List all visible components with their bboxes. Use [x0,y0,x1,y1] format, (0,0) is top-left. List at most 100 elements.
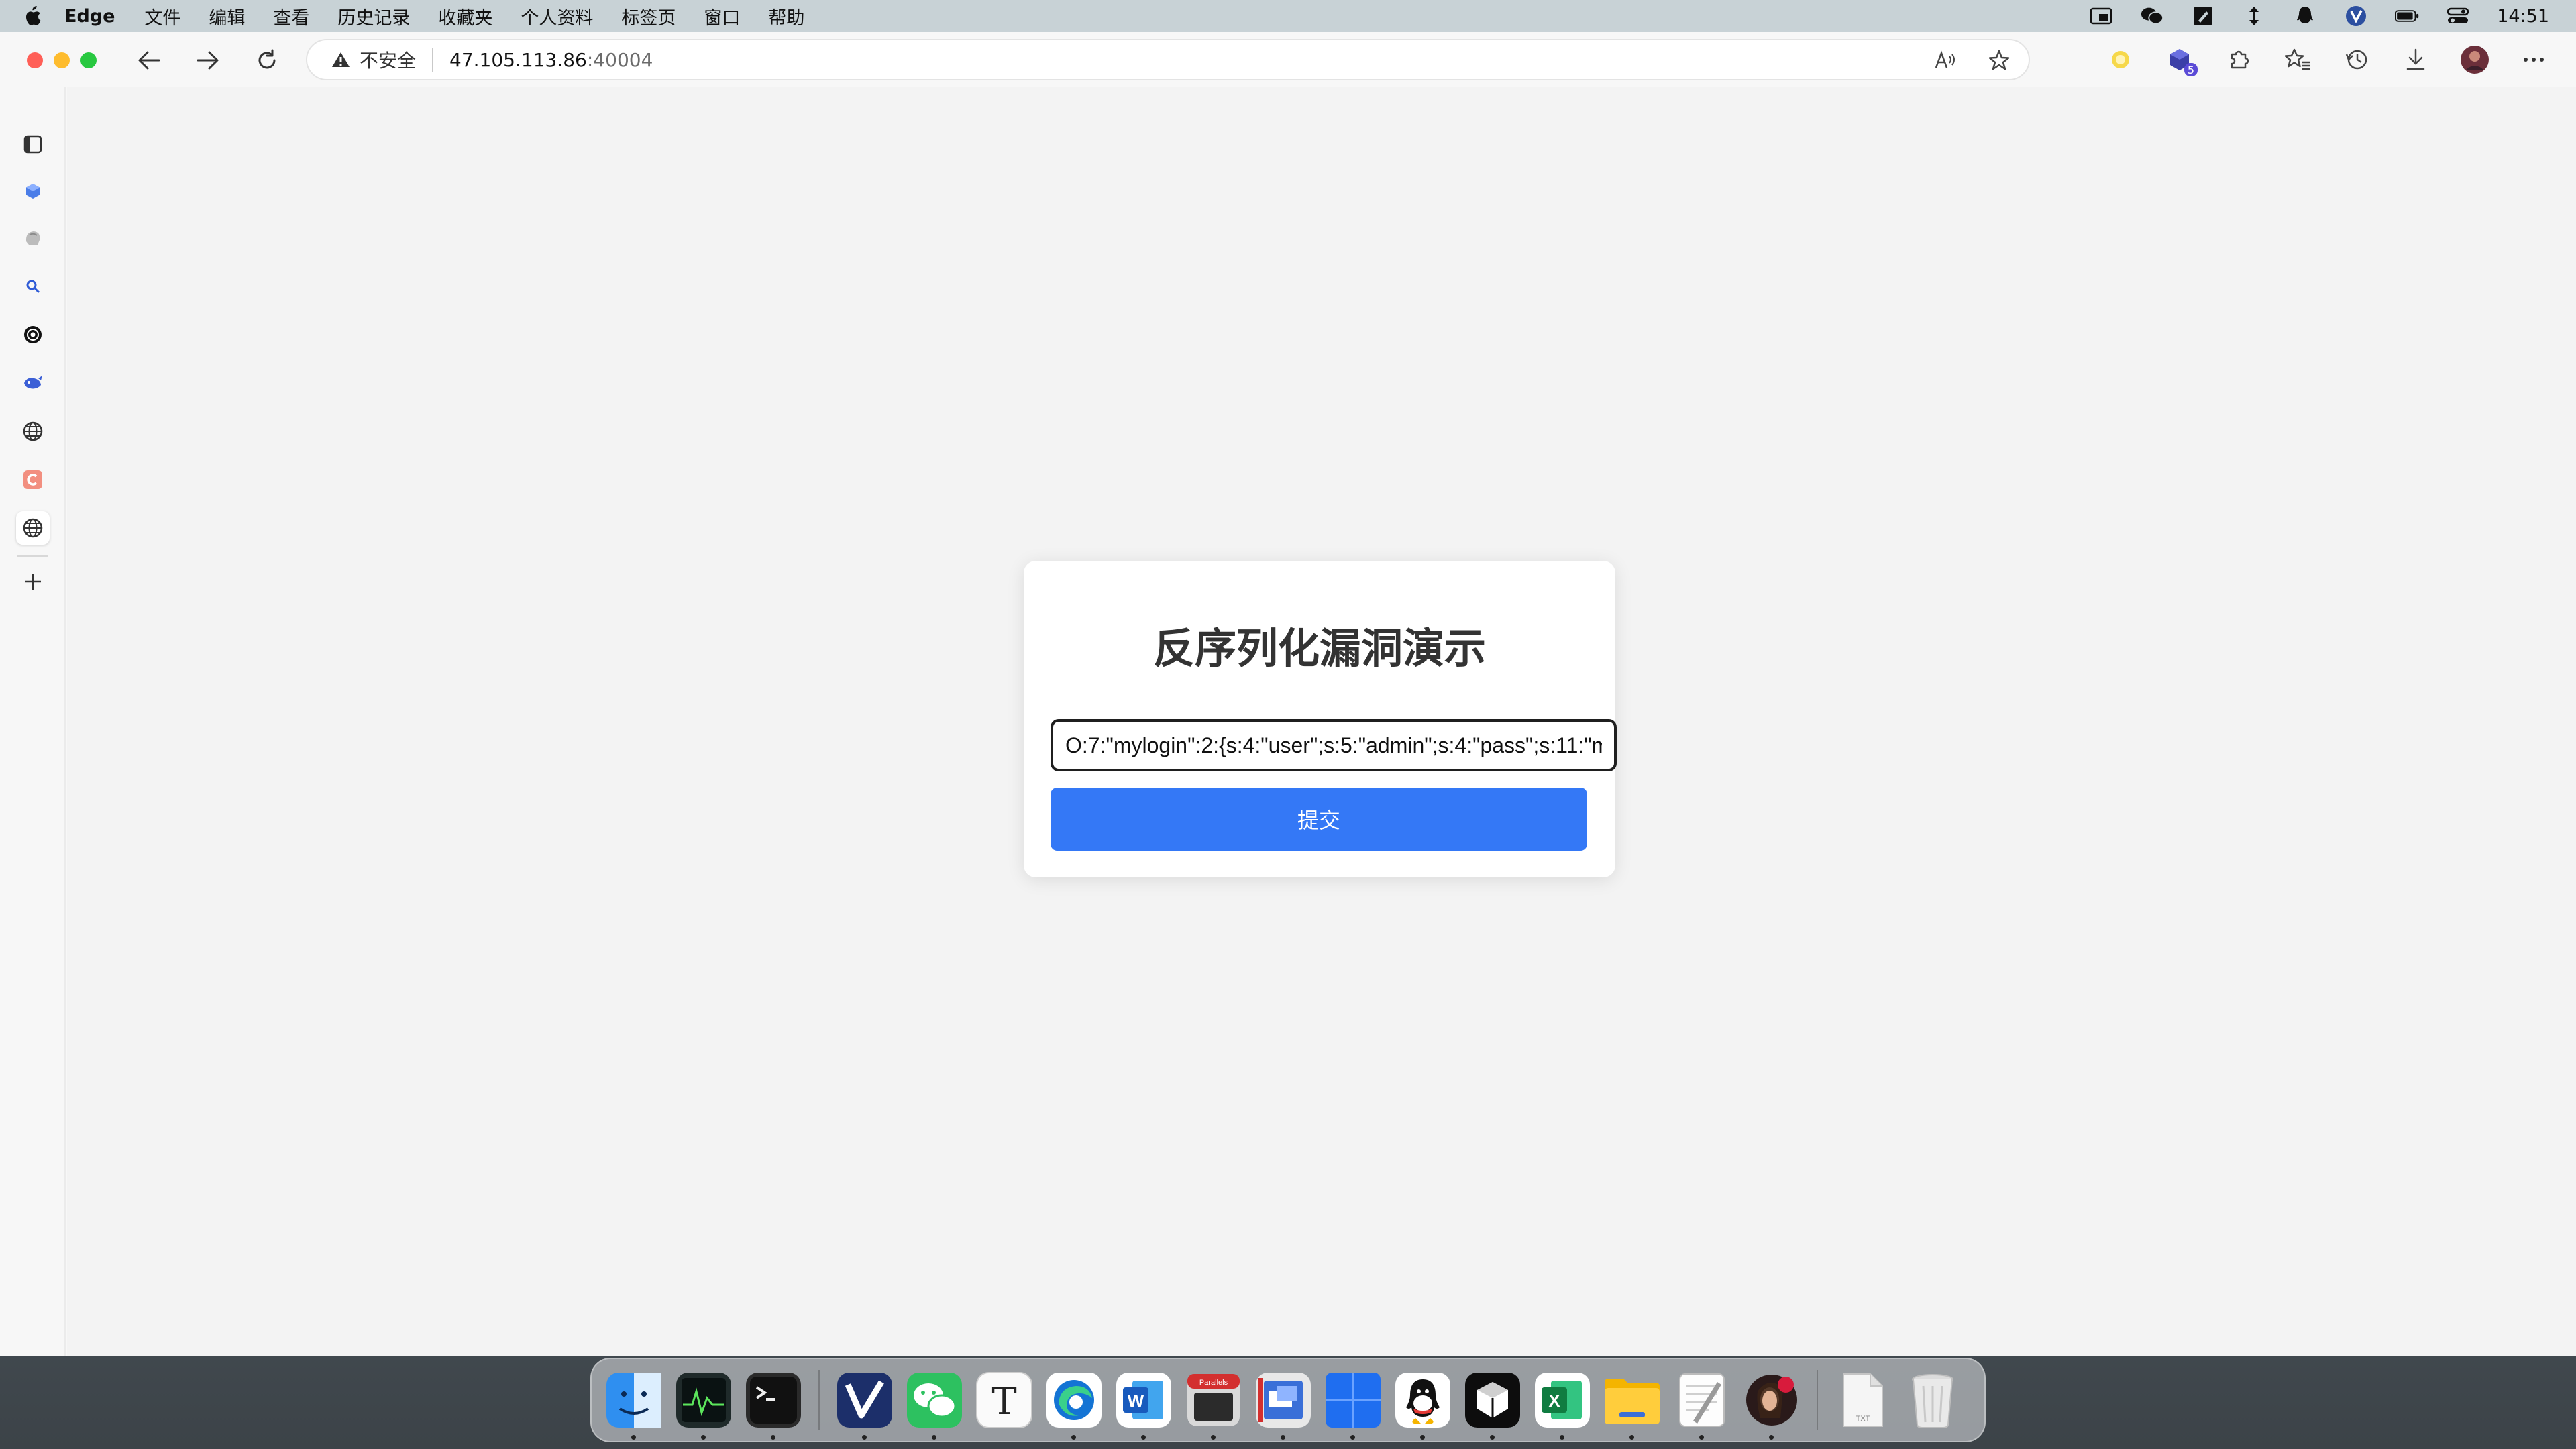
dock-excel[interactable]: X [1532,1370,1593,1440]
window-close-button[interactable] [27,52,43,68]
running-indicator [1560,1435,1564,1440]
warning-icon[interactable] [331,50,352,70]
whale-icon[interactable] [16,366,50,400]
dock-word[interactable]: W [1114,1370,1174,1440]
form-card: 反序列化漏洞演示 提交 [1024,561,1617,877]
menu-tabs[interactable]: 标签页 [621,3,676,30]
dock-separator [818,1370,820,1430]
dock-remote-desktop[interactable] [1253,1370,1313,1440]
dock-textedit[interactable] [1672,1370,1732,1440]
dock-cube-app[interactable] [1462,1370,1523,1440]
dock-txt-file[interactable]: TXT [1833,1370,1893,1430]
more-menu-icon[interactable] [2518,44,2549,75]
dock-parallels[interactable]: Parallels [1183,1370,1244,1440]
extensions-puzzle-icon[interactable] [2223,44,2254,75]
dock-folder[interactable] [1602,1370,1662,1440]
edit-status-icon[interactable] [2191,5,2215,27]
globe-icon[interactable] [16,415,50,448]
dock-finder[interactable] [604,1370,664,1440]
status-area: 14:51 [2089,0,2549,32]
menu-file[interactable]: 文件 [144,3,180,30]
typora-icon: T [976,1372,1032,1428]
menu-favorites[interactable]: 收藏夹 [438,3,492,30]
running-indicator [862,1435,867,1440]
wechat-icon [907,1373,962,1428]
globe-icon-active[interactable] [16,511,50,545]
payload-input[interactable] [1051,719,1617,771]
menu-profile[interactable]: 个人资料 [521,3,593,30]
dock-portrait-app[interactable] [1741,1370,1802,1440]
running-indicator [932,1435,936,1440]
extension-badge: 5 [2184,63,2198,76]
dock-typora[interactable]: T [974,1370,1034,1430]
downloads-icon[interactable] [2400,44,2431,75]
favorite-star-icon[interactable] [1986,47,2012,74]
qq-status-icon[interactable] [2293,5,2317,27]
app-menu-edge[interactable]: Edge [64,6,115,27]
dock-edge[interactable] [1044,1370,1104,1440]
history-icon[interactable] [2341,44,2372,75]
dock-separator [1817,1370,1818,1430]
sidebar-divider [17,555,48,557]
screen-mirror-icon[interactable] [2089,5,2113,27]
running-indicator [1071,1435,1076,1440]
arrows-status-icon[interactable] [2242,5,2266,27]
battery-icon[interactable] [2395,5,2419,27]
cube-app-icon [1465,1373,1520,1428]
window-minimize-button[interactable] [54,52,70,68]
word-icon: W [1116,1373,1171,1428]
shell-icon[interactable] [16,221,50,255]
running-indicator [701,1435,706,1440]
menu-view[interactable]: 查看 [273,3,309,30]
security-label[interactable]: 不安全 [360,46,416,73]
dock-terminal[interactable] [743,1370,804,1440]
menu-history[interactable]: 历史记录 [337,3,410,30]
control-center-icon[interactable] [2446,5,2470,27]
edge-icon [1046,1373,1102,1428]
window-zoom-button[interactable] [80,52,97,68]
target-icon[interactable] [16,318,50,352]
search-icon[interactable] [16,270,50,303]
trash-icon [1912,1374,1953,1428]
dock-wechat[interactable] [904,1370,965,1440]
address-divider [432,48,434,72]
extension-sun-icon[interactable] [2105,44,2136,75]
url-host[interactable]: 47.105.113.86 [449,49,587,71]
forward-button[interactable] [193,46,223,75]
address-bar[interactable]: 不安全 47.105.113.86:40004 [306,39,2030,80]
add-icon[interactable] [16,565,50,598]
apple-logo-icon[interactable] [23,5,52,27]
menu-window[interactable]: 窗口 [704,3,740,30]
dock-activity-monitor[interactable] [674,1370,734,1440]
browser-sidebar [0,87,66,1356]
svg-text:W: W [1128,1391,1144,1411]
favorites-icon[interactable] [2282,44,2313,75]
svg-text:X: X [1548,1391,1560,1411]
dock-grid-app[interactable] [1323,1370,1383,1440]
dock-trash[interactable] [1902,1370,1963,1430]
vpn-status-icon[interactable] [2344,5,2368,27]
reload-button[interactable] [252,46,282,75]
copilot-cube-icon[interactable] [16,174,50,208]
back-button[interactable] [134,46,164,75]
extension-cube-icon[interactable]: 5 [2164,44,2198,76]
dock-v-app[interactable] [835,1370,895,1440]
profile-avatar[interactable] [2459,44,2490,75]
url-port[interactable]: :40004 [587,49,653,71]
grid-app-icon [1326,1373,1381,1428]
menu-edit[interactable]: 编辑 [209,3,245,30]
submit-button[interactable]: 提交 [1051,788,1587,851]
arrow-left-icon [138,51,160,70]
menu-clock[interactable]: 14:51 [2497,6,2549,27]
read-aloud-icon[interactable] [1932,47,1959,74]
dock-qq[interactable] [1393,1370,1453,1440]
page-title: 反序列化漏洞演示 [1152,624,1486,673]
wechat-status-icon[interactable] [2140,5,2164,27]
tab-actions-icon[interactable] [16,127,50,161]
browser-toolbar: 不安全 47.105.113.86:40004 5 [0,32,2576,87]
running-indicator [1281,1435,1285,1440]
c-app-icon[interactable] [16,463,50,496]
excel-icon: X [1535,1373,1590,1428]
menu-help[interactable]: 帮助 [768,3,804,30]
svg-text:Parallels: Parallels [1199,1379,1228,1387]
